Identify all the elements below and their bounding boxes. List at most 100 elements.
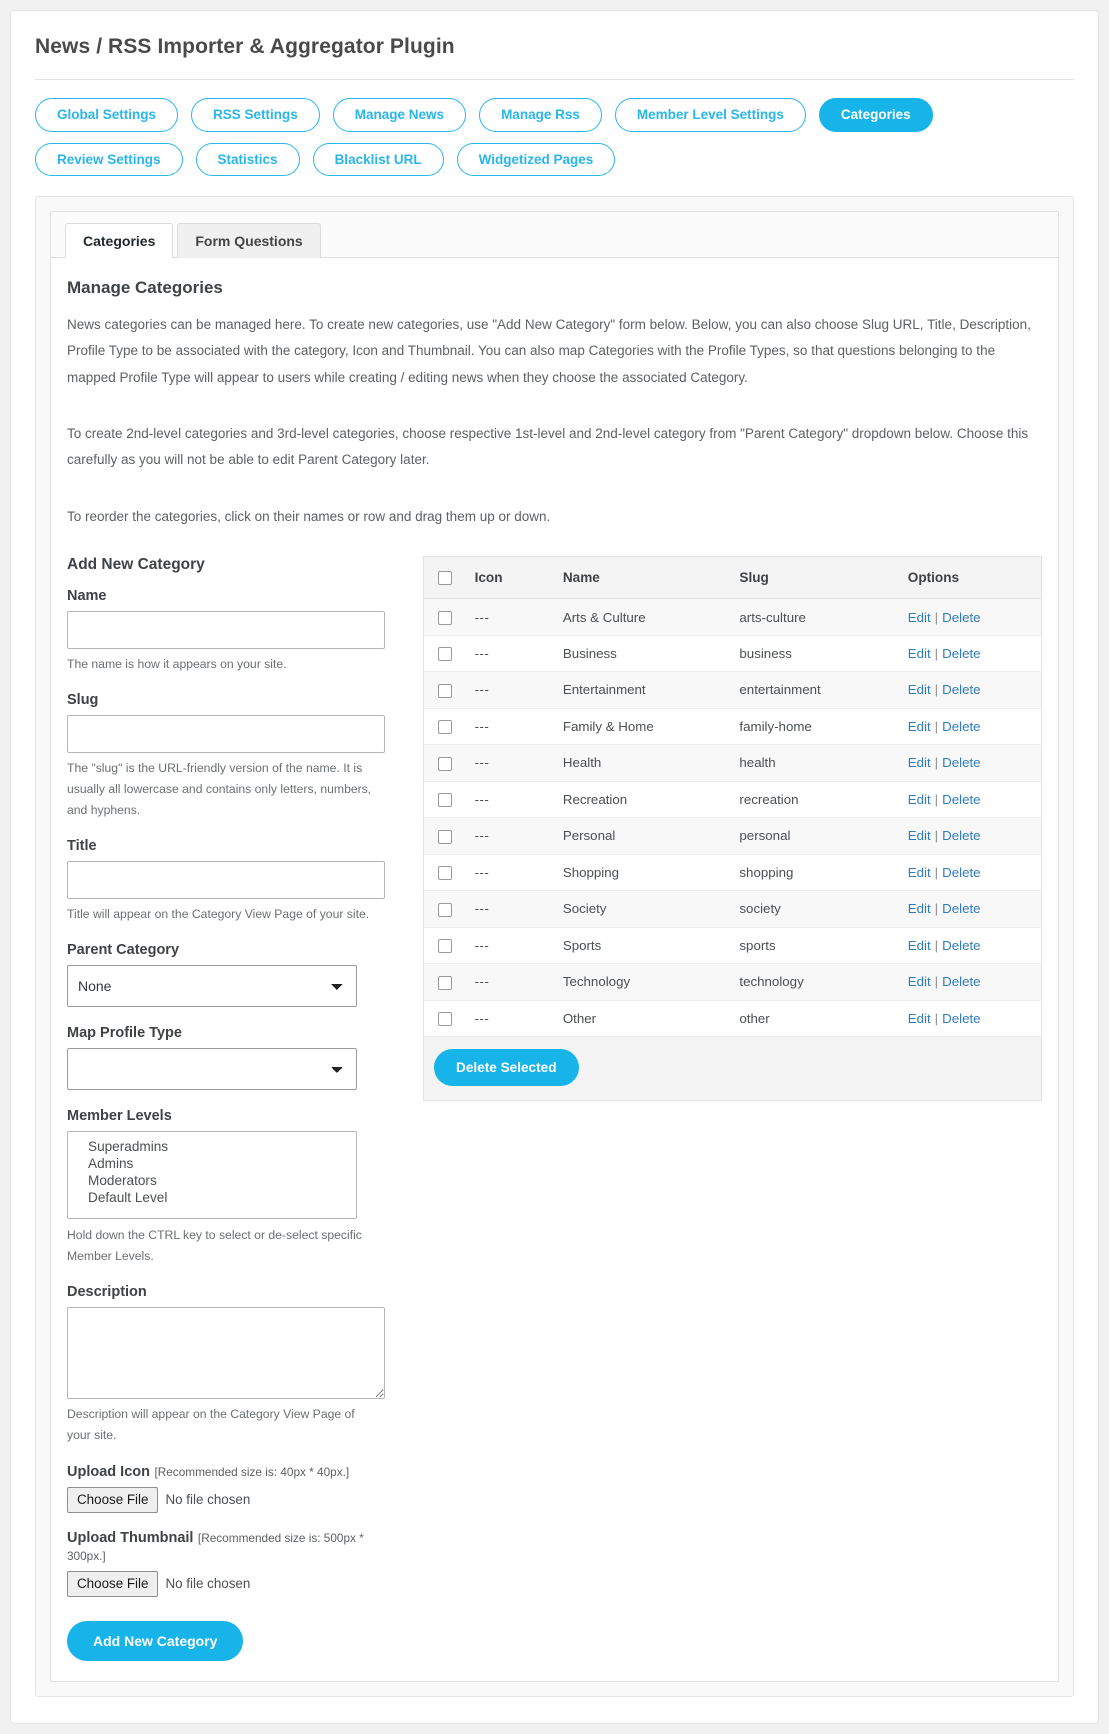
nav-pill-manage-rss[interactable]: Manage Rss [479,98,602,132]
upload-thumbnail-choose-file-button[interactable]: Choose File [67,1570,159,1597]
row-checkbox[interactable] [438,866,452,881]
row-name[interactable]: Sports [552,927,730,965]
row-checkbox[interactable] [438,793,452,808]
row-name[interactable]: Society [552,890,730,928]
row-delete-link[interactable]: Delete [942,1011,980,1026]
row-checkbox[interactable] [438,720,452,735]
nav-pill-review-settings[interactable]: Review Settings [35,142,183,176]
table-row[interactable]: --- Technology technology Edit | Delete [423,963,1042,1001]
table-row[interactable]: --- Other other Edit | Delete [423,1000,1042,1038]
row-edit-link[interactable]: Edit [908,828,931,843]
row-name[interactable]: Shopping [552,854,730,892]
row-slug: family-home [729,708,898,746]
nav-pill-statistics[interactable]: Statistics [195,142,300,176]
row-delete-link[interactable]: Delete [942,974,980,989]
nav-pill-rss-settings[interactable]: RSS Settings [191,98,320,132]
row-delete-link[interactable]: Delete [942,646,980,661]
row-delete-link[interactable]: Delete [942,865,980,880]
row-name[interactable]: Health [552,744,730,782]
row-delete-link[interactable]: Delete [942,610,980,625]
row-edit-link[interactable]: Edit [908,938,931,953]
row-select-cell [423,635,465,673]
row-checkbox[interactable] [438,1012,452,1027]
row-checkbox[interactable] [438,683,452,698]
row-delete-link[interactable]: Delete [942,938,980,953]
row-edit-link[interactable]: Edit [908,682,931,697]
row-name[interactable]: Entertainment [552,671,730,709]
member-level-option-1[interactable]: Admins [88,1155,350,1172]
row-name[interactable]: Technology [552,963,730,1001]
nav-pill-manage-news[interactable]: Manage News [332,98,467,132]
nav-pill-global-settings[interactable]: Global Settings [35,98,179,132]
row-options-separator: | [934,974,939,990]
row-checkbox[interactable] [438,610,452,625]
row-checkbox[interactable] [438,902,452,917]
row-checkbox[interactable] [438,647,452,662]
member-level-option-2[interactable]: Moderators [88,1172,350,1189]
row-edit-link[interactable]: Edit [908,755,931,770]
upload-thumbnail-row: Upload Thumbnail [Recommended size is: 5… [67,1529,397,1597]
table-row[interactable]: --- Sports sports Edit | Delete [423,927,1042,965]
row-edit-link[interactable]: Edit [908,865,931,880]
parent-category-select[interactable]: None [67,964,357,1007]
row-checkbox[interactable] [438,975,452,990]
member-level-option-3[interactable]: Default Level [88,1189,350,1206]
row-delete-link[interactable]: Delete [942,792,980,807]
row-name[interactable]: Arts & Culture [552,598,730,636]
row-name[interactable]: Business [552,635,730,673]
slug-input[interactable] [67,714,385,753]
row-delete-link[interactable]: Delete [942,682,980,697]
row-checkbox[interactable] [438,939,452,954]
nav-pill-categories[interactable]: Categories [818,98,933,132]
row-edit-link[interactable]: Edit [908,719,931,734]
row-name[interactable]: Recreation [552,781,730,819]
row-checkbox[interactable] [438,756,452,771]
row-delete-link[interactable]: Delete [942,828,980,843]
row-options-separator: | [934,682,939,698]
row-name[interactable]: Family & Home [552,708,730,746]
row-edit-link[interactable]: Edit [908,974,931,989]
delete-selected-button[interactable]: Delete Selected [434,1049,579,1087]
table-row[interactable]: --- Business business Edit | Delete [423,635,1042,673]
member-level-option-0[interactable]: Superadmins [88,1138,350,1155]
title-input[interactable] [67,860,385,899]
row-checkbox[interactable] [438,829,452,844]
row-delete-link[interactable]: Delete [942,719,980,734]
row-icon-placeholder: --- [464,1000,553,1038]
tab-form-questions[interactable]: Form Questions [177,223,321,258]
page-root: News / RSS Importer & Aggregator Plugin … [0,0,1109,1734]
row-edit-link[interactable]: Edit [908,1011,931,1026]
name-input[interactable] [67,610,385,649]
tab-categories[interactable]: Categories [65,223,174,258]
map-profile-type-select[interactable] [67,1047,357,1090]
page-title: News / RSS Importer & Aggregator Plugin [35,35,455,58]
table-row[interactable]: --- Entertainment entertainment Edit | Delete [423,671,1042,709]
row-edit-link[interactable]: Edit [908,646,931,661]
table-row[interactable]: --- Society society Edit | Delete [423,890,1042,928]
table-row[interactable]: --- Health health Edit | Delete [423,744,1042,782]
row-select-cell [423,708,465,746]
header-icon: Icon [464,556,553,600]
add-new-category-button[interactable]: Add New Category [67,1620,244,1661]
categories-table: Icon Name Slug Options --- Arts & Culture… [423,555,1042,1038]
row-name[interactable]: Other [552,1000,730,1038]
table-row[interactable]: --- Personal personal Edit | Delete [423,817,1042,855]
row-edit-link[interactable]: Edit [908,901,931,916]
table-row[interactable]: --- Recreation recreation Edit | Delete [423,781,1042,819]
table-row[interactable]: --- Family & Home family-home Edit | Delete [423,708,1042,746]
row-delete-link[interactable]: Delete [942,755,980,770]
row-edit-link[interactable]: Edit [908,792,931,807]
nav-pill-widgetized-pages[interactable]: Widgetized Pages [456,142,616,176]
row-delete-link[interactable]: Delete [942,901,980,916]
row-edit-link[interactable]: Edit [908,610,931,625]
table-row[interactable]: --- Shopping shopping Edit | Delete [423,854,1042,892]
row-name[interactable]: Personal [552,817,730,855]
nav-pill-blacklist-url[interactable]: Blacklist URL [312,142,444,176]
description-textarea[interactable] [67,1306,385,1399]
row-slug: personal [729,817,898,855]
select-all-checkbox[interactable] [438,571,452,586]
nav-pill-member-level-settings[interactable]: Member Level Settings [614,98,806,132]
table-row[interactable]: --- Arts & Culture arts-culture Edit | Delete [423,598,1042,636]
member-levels-listbox[interactable]: SuperadminsAdminsModeratorsDefault Level [67,1130,357,1219]
upload-icon-choose-file-button[interactable]: Choose File [67,1486,159,1513]
